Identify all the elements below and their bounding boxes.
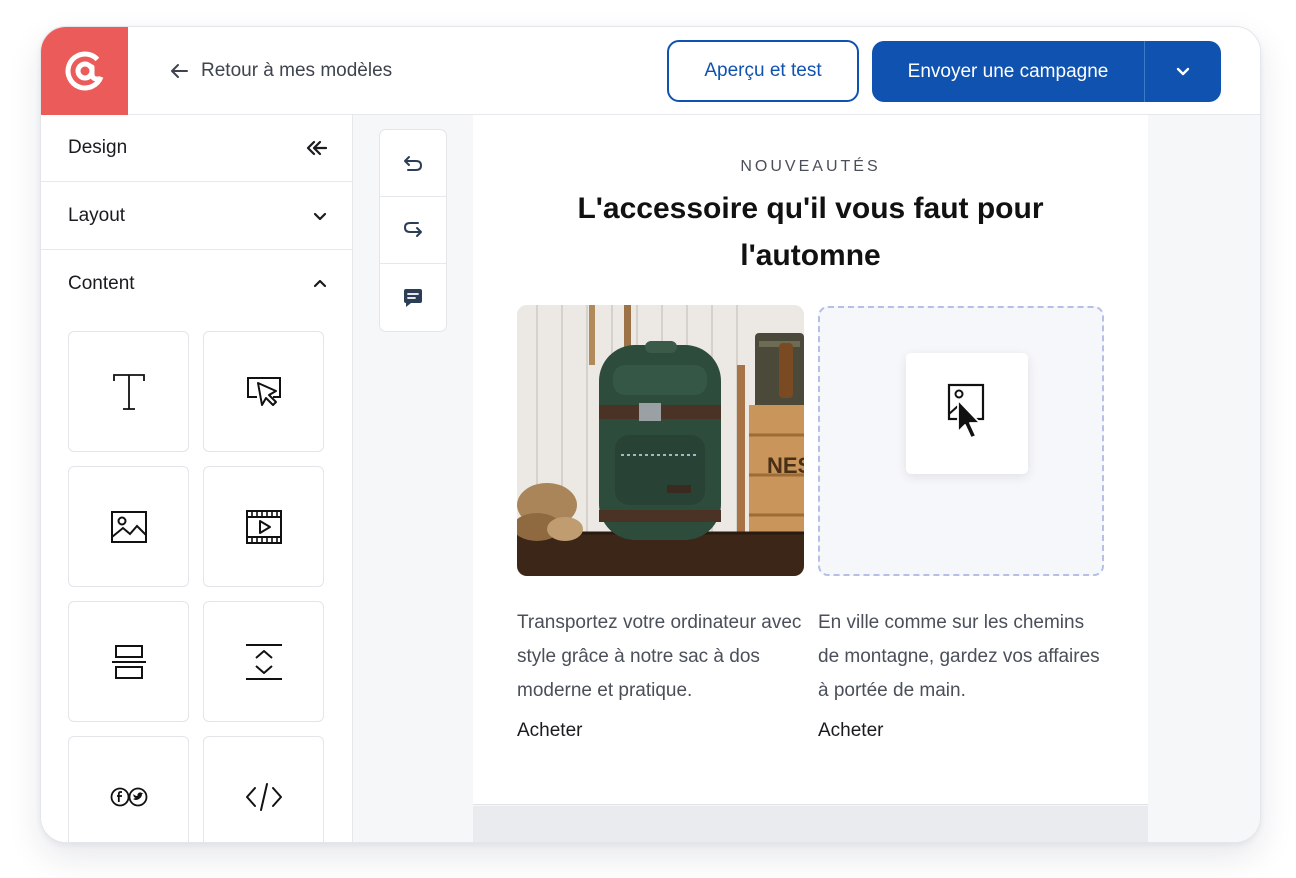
chevron-up-icon — [313, 279, 327, 288]
chevron-down-icon — [1176, 67, 1190, 76]
backpack-illustration: NES — [517, 305, 804, 576]
column-2-description: En ville comme sur les chemins de montag… — [818, 612, 1100, 701]
undo-icon — [404, 156, 422, 171]
redo-icon — [404, 222, 422, 237]
comment-button[interactable] — [380, 264, 446, 331]
collapse-left-icon[interactable] — [305, 140, 327, 156]
editor-window: Retour à mes modèles Aperçu et test Envo… — [40, 26, 1261, 843]
sidebar-section-label: Design — [68, 137, 128, 158]
sidebar-section-layout[interactable]: Layout — [41, 183, 352, 250]
email-eyebrow: NOUVEAUTÉS — [740, 158, 881, 175]
preview-and-test-button[interactable]: Aperçu et test — [667, 40, 859, 102]
headline-line-1: L'accessoire qu'il vous faut pour — [577, 192, 1044, 225]
brand-logo[interactable] — [41, 27, 128, 115]
text-icon — [112, 373, 145, 410]
spacer-icon — [245, 643, 282, 680]
email-preview: NOUVEAUTÉS L'accessoire qu'il vous faut … — [473, 115, 1148, 805]
column-2-buy-link[interactable]: Acheter — [818, 720, 883, 742]
cursor-button-icon — [246, 376, 281, 406]
arrow-left-icon — [171, 64, 188, 78]
image-dropzone[interactable] — [818, 306, 1104, 576]
crate-stencil-text: NES — [767, 453, 804, 478]
history-toolbar — [379, 129, 447, 332]
social-icon — [110, 787, 147, 806]
sidebar-section-label: Layout — [68, 205, 126, 226]
block-button-tile[interactable] — [203, 331, 324, 452]
redo-button[interactable] — [380, 197, 446, 264]
left-sidebar: Design Layout Content — [41, 115, 353, 842]
send-campaign-split-button: Envoyer une campagne — [872, 41, 1221, 102]
block-divider-tile[interactable] — [68, 601, 189, 722]
send-options-dropdown[interactable] — [1145, 41, 1221, 102]
chevron-down-icon — [313, 212, 327, 220]
back-link-label: Retour à mes modèles — [201, 60, 393, 81]
video-icon — [245, 509, 282, 544]
block-html-tile[interactable] — [203, 736, 324, 842]
sidebar-section-label: Content — [68, 272, 135, 294]
block-social-tile[interactable] — [68, 736, 189, 842]
divider-icon — [111, 644, 146, 679]
send-campaign-button[interactable]: Envoyer une campagne — [872, 41, 1145, 102]
code-icon — [245, 782, 282, 811]
image-icon — [110, 510, 147, 543]
at-sign-icon — [65, 51, 104, 91]
backpack-photo[interactable]: NES — [517, 305, 804, 576]
back-to-templates-link[interactable]: Retour à mes modèles — [169, 57, 392, 85]
sidebar-section-design[interactable]: Design — [41, 115, 352, 182]
undo-button[interactable] — [380, 130, 446, 197]
block-video-tile[interactable] — [203, 466, 324, 587]
headline-line-2: l'automne — [740, 239, 881, 272]
top-bar: Retour à mes modèles Aperçu et test Envo… — [41, 27, 1260, 115]
column-1-description: Transportez votre ordinateur avec style … — [517, 612, 802, 701]
email-headline[interactable]: L'accessoire qu'il vous faut pour l'auto… — [533, 185, 1088, 279]
block-spacer-tile[interactable] — [203, 601, 324, 722]
column-1-buy-link[interactable]: Acheter — [517, 720, 582, 742]
image-drag-cursor-icon — [947, 383, 985, 439]
sidebar-section-content[interactable]: Content — [41, 250, 352, 317]
block-text-tile[interactable] — [68, 331, 189, 452]
drag-image-card[interactable] — [906, 353, 1028, 474]
email-footer-strip — [473, 806, 1148, 842]
comment-icon — [404, 288, 422, 307]
block-image-tile[interactable] — [68, 466, 189, 587]
